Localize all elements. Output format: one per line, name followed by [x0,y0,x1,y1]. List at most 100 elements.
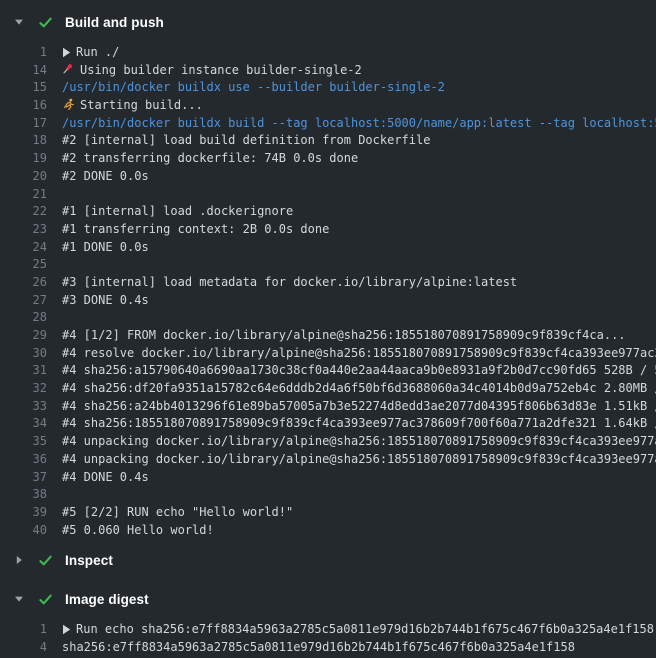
section-title: Build and push [65,15,164,30]
log-line: 28 [0,309,656,327]
log-line: 29 #4 [1/2] FROM docker.io/library/alpine… [0,327,656,345]
line-number[interactable]: 23 [0,221,47,239]
section-header-image-digest[interactable]: Image digest [0,586,656,612]
line-number[interactable]: 33 [0,398,47,416]
log-line-content [62,309,656,327]
line-text: #2 transferring dockerfile: 74B 0.0s don… [62,151,358,165]
chevron-right-icon[interactable] [14,555,24,565]
log-line-content: #3 DONE 0.4s [62,292,656,310]
line-number[interactable]: 29 [0,327,47,345]
log-line-content: #5 [2/2] RUN echo "Hello world!" [62,504,656,522]
line-text: sha256:e7ff8834a5963a2785c5a0811e979d16b… [62,640,575,654]
log-line: 26 #3 [internal] load metadata for docker… [0,274,656,292]
log-line-content: #1 DONE 0.0s [62,239,656,257]
log-line-content: sha256:e7ff8834a5963a2785c5a0811e979d16b… [62,639,656,657]
section-header-inspect[interactable]: Inspect [0,547,656,573]
workflow-log: Build and push1Run ./14Using builder ins… [0,0,656,657]
line-number[interactable]: 20 [0,168,47,186]
log-line-content [62,486,656,504]
runner-icon [62,98,75,111]
line-number[interactable]: 24 [0,239,47,257]
command-line-text: /usr/bin/docker buildx build --tag local… [62,115,656,133]
section-title: Image digest [65,592,149,607]
line-number[interactable]: 21 [0,186,47,204]
line-number[interactable]: 32 [0,380,47,398]
line-number[interactable]: 1 [0,44,47,62]
line-number[interactable]: 28 [0,309,47,327]
line-number[interactable]: 35 [0,433,47,451]
chevron-down-icon[interactable] [14,17,24,27]
log-line: 15/usr/bin/docker buildx use --builder b… [0,79,656,97]
play-icon[interactable] [62,624,71,635]
log-line-content: #4 unpacking docker.io/library/alpine@sh… [62,433,656,451]
log-line: 39 #5 [2/2] RUN echo "Hello world!" [0,504,656,522]
line-number[interactable]: 25 [0,256,47,274]
log-line: 1 Run echo sha256:e7ff8834a5963a2785c5a08… [0,621,656,639]
line-number[interactable]: 22 [0,203,47,221]
log-line-content [62,256,656,274]
line-number[interactable]: 27 [0,292,47,310]
line-number[interactable]: 17 [0,115,47,133]
log-line-content: #4 resolve docker.io/library/alpine@sha2… [62,345,656,363]
log-line-content: #2 transferring dockerfile: 74B 0.0s don… [62,150,656,168]
line-number[interactable]: 37 [0,469,47,487]
log-line: 37 #4 DONE 0.4s [0,469,656,487]
log-line: 4 sha256:e7ff8834a5963a2785c5a0811e979d16… [0,639,656,657]
line-number[interactable]: 31 [0,362,47,380]
line-text: #2 DONE 0.0s [62,169,149,183]
line-text: Starting build... [80,98,203,112]
log-line: 35 #4 unpacking docker.io/library/alpine@… [0,433,656,451]
line-number[interactable]: 18 [0,132,47,150]
log-line-content: #3 [internal] load metadata for docker.i… [62,274,656,292]
command-line-text: /usr/bin/docker buildx use --builder bui… [62,79,656,97]
line-number[interactable]: 39 [0,504,47,522]
log-line: 25 [0,256,656,274]
line-number[interactable]: 36 [0,451,47,469]
log-line: 36#4 unpacking docker.io/library/alpine@… [0,451,656,469]
line-text: #4 sha256:a24bb4013296f61e89ba57005a7b3e… [62,399,656,413]
log-line: 24 #1 DONE 0.0s [0,239,656,257]
line-number[interactable]: 19 [0,150,47,168]
log-line: 18#2 [internal] load build definition fr… [0,132,656,150]
play-icon[interactable] [62,47,71,58]
line-number[interactable]: 15 [0,79,47,97]
line-number[interactable]: 34 [0,415,47,433]
step-section-image-digest: Image digest 1 Run echo sha256:e7ff8834a59… [0,586,656,656]
log-line: 31 #4 sha256:a15790640a6690aa1730c38cf0a4… [0,362,656,380]
section-title: Inspect [65,553,113,568]
line-number[interactable]: 16 [0,97,47,115]
line-number[interactable]: 26 [0,274,47,292]
log-line: 23 #1 transferring context: 2B 0.0s done [0,221,656,239]
log-line-content: #1 transferring context: 2B 0.0s done [62,221,656,239]
line-number[interactable]: 38 [0,486,47,504]
line-number[interactable]: 40 [0,522,47,540]
line-text: Run ./ [76,45,119,59]
section-header-build-and-push[interactable]: Build and push [0,9,656,35]
line-text: /usr/bin/docker buildx build --tag local… [62,116,656,130]
line-number[interactable]: 4 [0,639,47,657]
log-line-content: #1 [internal] load .dockerignore [62,203,656,221]
line-number[interactable]: 14 [0,62,47,80]
log-line-content: Using builder instance builder-single-2 [62,62,656,80]
log-line-content: #4 [1/2] FROM docker.io/library/alpine@s… [62,327,656,345]
line-text: #4 sha256:a15790640a6690aa1730c38cf0a440… [62,363,656,377]
chevron-down-icon[interactable] [14,594,24,604]
log-line: 34#4 sha256:185518070891758909c9f839cf4c… [0,415,656,433]
log-line: 19 #2 transferring dockerfile: 74B 0.0s d… [0,150,656,168]
line-text: #4 resolve docker.io/library/alpine@sha2… [62,346,656,360]
log-line: 33 #4 sha256:a24bb4013296f61e89ba57005a7b… [0,398,656,416]
log-line: 14 Using builder instance builder-single-… [0,62,656,80]
line-number[interactable]: 1 [0,621,47,639]
log-line-content: #5 0.060 Hello world! [62,522,656,540]
log-line-content: #2 DONE 0.0s [62,168,656,186]
line-number[interactable]: 30 [0,345,47,363]
line-text: #4 [1/2] FROM docker.io/library/alpine@s… [62,328,626,342]
log-line-content: #4 sha256:a24bb4013296f61e89ba57005a7b3e… [62,398,656,416]
log-line-content: #4 DONE 0.4s [62,469,656,487]
line-text: /usr/bin/docker buildx use --builder bui… [62,80,445,94]
log-line: 32#4 sha256:df20fa9351a15782c64e6dddb2d4… [0,380,656,398]
line-text: #4 DONE 0.4s [62,470,149,484]
line-text: #5 [2/2] RUN echo "Hello world!" [62,505,293,519]
log-line: 16 Starting build... [0,97,656,115]
log-line-content: Run echo sha256:e7ff8834a5963a2785c5a081… [62,621,656,639]
